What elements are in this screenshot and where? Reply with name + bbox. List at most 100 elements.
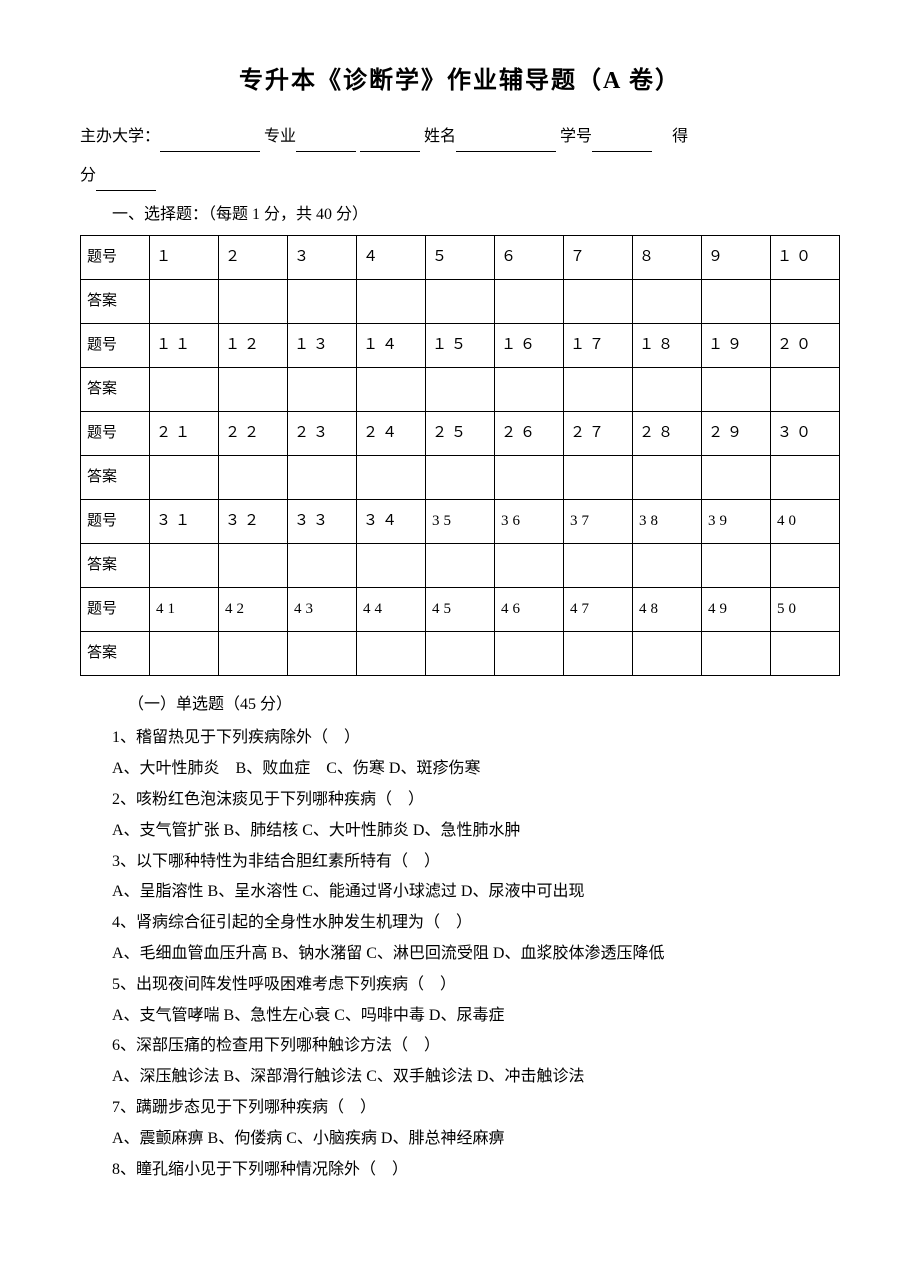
answer-cell[interactable] (702, 367, 771, 411)
question-number-cell: ２９ (702, 411, 771, 455)
question-number-cell: １４ (357, 323, 426, 367)
question-number-cell: 44 (357, 587, 426, 631)
id-blank[interactable] (592, 135, 652, 152)
answer-cell[interactable] (219, 279, 288, 323)
answer-cell[interactable] (219, 367, 288, 411)
question-number-cell: 45 (426, 587, 495, 631)
doc-title: 专升本《诊断学》作业辅导题（A 卷） (80, 60, 840, 103)
answer-cell[interactable] (150, 631, 219, 675)
answer-cell[interactable] (702, 455, 771, 499)
question-number-cell: ２４ (357, 411, 426, 455)
question-number-cell: 41 (150, 587, 219, 631)
answer-cell[interactable] (495, 279, 564, 323)
answer-cell[interactable] (357, 631, 426, 675)
question-options: A、支气管哮喘 B、急性左心衰 C、吗啡中毒 D、尿毒症 (80, 1002, 840, 1031)
question-text: 5、出现夜间阵发性呼吸困难考虑下列疾病（ ） (80, 971, 840, 1000)
answer-cell[interactable] (771, 279, 840, 323)
row-label-question: 题号 (81, 323, 150, 367)
answer-cell[interactable] (564, 367, 633, 411)
question-text: 4、肾病综合征引起的全身性水肿发生机理为（ ） (80, 909, 840, 938)
answer-cell[interactable] (219, 631, 288, 675)
answer-cell[interactable] (564, 279, 633, 323)
question-number-cell: 42 (219, 587, 288, 631)
answer-cell[interactable] (357, 455, 426, 499)
question-number-cell: ３４ (357, 499, 426, 543)
answer-cell[interactable] (288, 455, 357, 499)
answer-cell[interactable] (219, 455, 288, 499)
question-number-cell: ６ (495, 235, 564, 279)
answer-cell[interactable] (771, 543, 840, 587)
answer-cell[interactable] (633, 367, 702, 411)
answer-cell[interactable] (633, 543, 702, 587)
question-text: 2、咳粉红色泡沫痰见于下列哪种疾病（ ） (80, 786, 840, 815)
question-number-cell: ５ (426, 235, 495, 279)
question-number-cell: １１ (150, 323, 219, 367)
row-label-answer: 答案 (81, 543, 150, 587)
answer-cell[interactable] (495, 631, 564, 675)
question-text: 6、深部压痛的检查用下列哪种触诊方法（ ） (80, 1032, 840, 1061)
question-number-cell: ２３ (288, 411, 357, 455)
question-number-cell: １５ (426, 323, 495, 367)
question-number-cell: ９ (702, 235, 771, 279)
answer-cell[interactable] (219, 543, 288, 587)
answer-cell[interactable] (771, 367, 840, 411)
answer-cell[interactable] (288, 631, 357, 675)
answer-cell[interactable] (564, 455, 633, 499)
question-number-cell: １ (150, 235, 219, 279)
question-number-cell: ２ (219, 235, 288, 279)
answer-cell[interactable] (426, 367, 495, 411)
answer-cell[interactable] (426, 279, 495, 323)
question-number-cell: ３１ (150, 499, 219, 543)
answer-cell[interactable] (357, 543, 426, 587)
answer-cell[interactable] (771, 631, 840, 675)
answer-cell[interactable] (288, 279, 357, 323)
student-info-line: 主办大学： 专业 姓名 学号 得 (80, 123, 840, 152)
answer-cell[interactable] (288, 367, 357, 411)
answer-cell[interactable] (633, 631, 702, 675)
answer-cell[interactable] (702, 631, 771, 675)
question-options: A、毛细血管血压升高 B、钠水潴留 C、淋巴回流受阻 D、血浆胶体渗透压降低 (80, 940, 840, 969)
score-blank[interactable] (96, 174, 156, 191)
answer-cell[interactable] (633, 455, 702, 499)
question-number-cell: １２ (219, 323, 288, 367)
answer-cell[interactable] (633, 279, 702, 323)
answer-cell[interactable] (702, 543, 771, 587)
question-number-cell: １３ (288, 323, 357, 367)
answer-cell[interactable] (495, 543, 564, 587)
question-number-cell: 36 (495, 499, 564, 543)
answer-cell[interactable] (426, 543, 495, 587)
major-blank[interactable] (296, 135, 356, 152)
row-label-answer: 答案 (81, 455, 150, 499)
answer-cell[interactable] (357, 279, 426, 323)
answer-cell[interactable] (357, 367, 426, 411)
question-options: A、支气管扩张 B、肺结核 C、大叶性肺炎 D、急性肺水肿 (80, 817, 840, 846)
answer-cell[interactable] (288, 543, 357, 587)
answer-cell[interactable] (150, 455, 219, 499)
score-line: 分 (80, 162, 840, 191)
question-number-cell: 38 (633, 499, 702, 543)
row-label-answer: 答案 (81, 631, 150, 675)
answer-cell[interactable] (702, 279, 771, 323)
question-options: A、呈脂溶性 B、呈水溶性 C、能通过肾小球滤过 D、尿液中可出现 (80, 878, 840, 907)
question-number-cell: 49 (702, 587, 771, 631)
answer-cell[interactable] (495, 367, 564, 411)
university-blank[interactable] (160, 135, 260, 152)
answer-cell[interactable] (564, 543, 633, 587)
question-text: 7、蹒跚步态见于下列哪种疾病（ ） (80, 1094, 840, 1123)
answer-cell[interactable] (495, 455, 564, 499)
row-label-question: 题号 (81, 587, 150, 631)
question-number-cell: 50 (771, 587, 840, 631)
question-number-cell: 39 (702, 499, 771, 543)
name-blank[interactable] (456, 135, 556, 152)
answer-cell[interactable] (771, 455, 840, 499)
question-options: A、大叶性肺炎 B、败血症 C、伤寒 D、斑疹伤寒 (80, 755, 840, 784)
question-options: A、震颤麻痹 B、佝偻病 C、小脑疾病 D、腓总神经麻痹 (80, 1125, 840, 1154)
question-text: 1、稽留热见于下列疾病除外（ ） (80, 724, 840, 753)
answer-cell[interactable] (426, 631, 495, 675)
answer-cell[interactable] (150, 543, 219, 587)
answer-cell[interactable] (426, 455, 495, 499)
answer-cell[interactable] (150, 367, 219, 411)
answer-cell[interactable] (564, 631, 633, 675)
section1-heading: 一、选择题：（每题 1 分，共 40 分） (80, 201, 840, 230)
answer-cell[interactable] (150, 279, 219, 323)
